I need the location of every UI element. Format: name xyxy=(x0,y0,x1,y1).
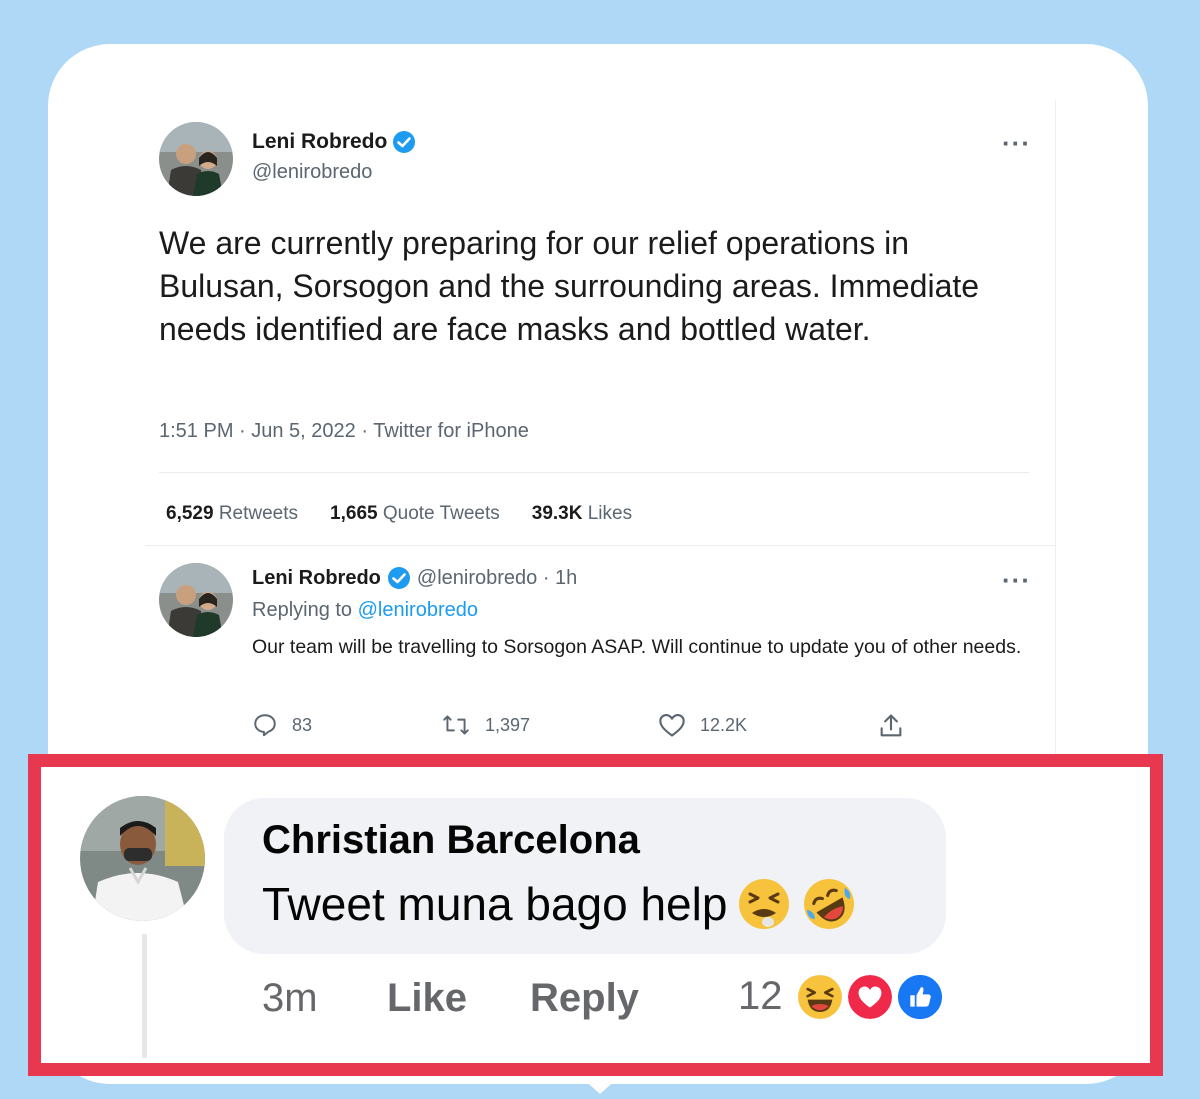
heart-icon xyxy=(658,712,686,738)
comment-time[interactable]: 3m xyxy=(262,976,318,1021)
reply-author-avatar[interactable] xyxy=(159,563,233,637)
replying-to-prefix: Replying to xyxy=(252,599,353,621)
verified-badge-icon xyxy=(392,130,416,154)
share-icon xyxy=(877,712,905,740)
comment-text: Tweet muna bago help xyxy=(262,878,728,930)
reaction-count[interactable]: 12 xyxy=(738,974,783,1019)
tweet-timestamp[interactable]: 1:51 PM · Jun 5, 2022 · Twitter for iPho… xyxy=(159,420,529,443)
tweet-author-avatar[interactable] xyxy=(159,122,233,196)
rolling-on-floor-laughing-emoji xyxy=(801,876,857,932)
retweets-stat[interactable]: 6,529 Retweets xyxy=(166,503,298,525)
retweet-icon xyxy=(441,712,471,738)
replying-to: Replying to @lenirobredo xyxy=(252,599,478,622)
tweet-stats: 6,529 Retweets 1,665 Quote Tweets 39.3K … xyxy=(166,503,632,525)
share-action[interactable] xyxy=(877,712,905,740)
reply-button[interactable]: Reply xyxy=(530,976,639,1021)
retweet-action[interactable]: 1,397 xyxy=(441,712,530,738)
likes-stat[interactable]: 39.3K Likes xyxy=(532,503,632,525)
divider xyxy=(159,472,1029,473)
reply-author-name[interactable]: Leni Robredo xyxy=(252,567,381,590)
quote-tweets-stat[interactable]: 1,665 Quote Tweets xyxy=(330,503,500,525)
like-count: 12.2K xyxy=(700,714,748,735)
reply-header: Leni Robredo @lenirobredo · 1h xyxy=(252,566,577,590)
divider xyxy=(145,545,1055,546)
tweet-text: We are currently preparing for our relie… xyxy=(159,225,980,347)
thread-line xyxy=(142,934,147,1058)
reply-handle-time[interactable]: @lenirobredo · 1h xyxy=(417,567,577,590)
quote-tweets-count: 1,665 xyxy=(330,503,378,524)
reactions-summary[interactable] xyxy=(795,972,950,1022)
love-reaction-icon xyxy=(845,972,895,1022)
like-action[interactable]: 12.2K xyxy=(658,712,747,738)
comment-text-row: Tweet muna bago help xyxy=(262,876,857,932)
likes-count: 39.3K xyxy=(531,503,583,524)
like-button[interactable]: Like xyxy=(387,976,467,1021)
likes-label: Likes xyxy=(587,503,633,524)
tired-face-emoji xyxy=(737,877,791,931)
tweet-author-name[interactable]: Leni Robredo xyxy=(252,130,416,154)
more-options-icon[interactable]: ··· xyxy=(1002,130,1031,156)
commenter-avatar[interactable] xyxy=(80,796,205,921)
tweet-author-handle[interactable]: @lenirobredo xyxy=(252,161,372,184)
retweets-count: 6,529 xyxy=(166,503,214,524)
quote-tweets-label: Quote Tweets xyxy=(382,503,500,524)
verified-badge-icon xyxy=(387,566,411,590)
speech-pointer xyxy=(580,1076,620,1094)
commenter-name[interactable]: Christian Barcelona xyxy=(262,818,640,863)
retweet-count: 1,397 xyxy=(485,714,531,735)
replying-to-handle-link[interactable]: @lenirobredo xyxy=(358,599,478,621)
reply-action[interactable]: 83 xyxy=(252,712,312,738)
tweet-author-name-text[interactable]: Leni Robredo xyxy=(252,130,387,154)
comment-icon xyxy=(252,712,278,738)
retweets-label: Retweets xyxy=(218,503,299,524)
like-reaction-icon xyxy=(895,972,945,1022)
reply-text: Our team will be travelling to Sorsogon … xyxy=(252,636,1022,658)
haha-reaction-icon xyxy=(795,972,845,1022)
reply-more-options-icon[interactable]: ··· xyxy=(1002,567,1031,593)
reply-count: 83 xyxy=(292,714,313,735)
